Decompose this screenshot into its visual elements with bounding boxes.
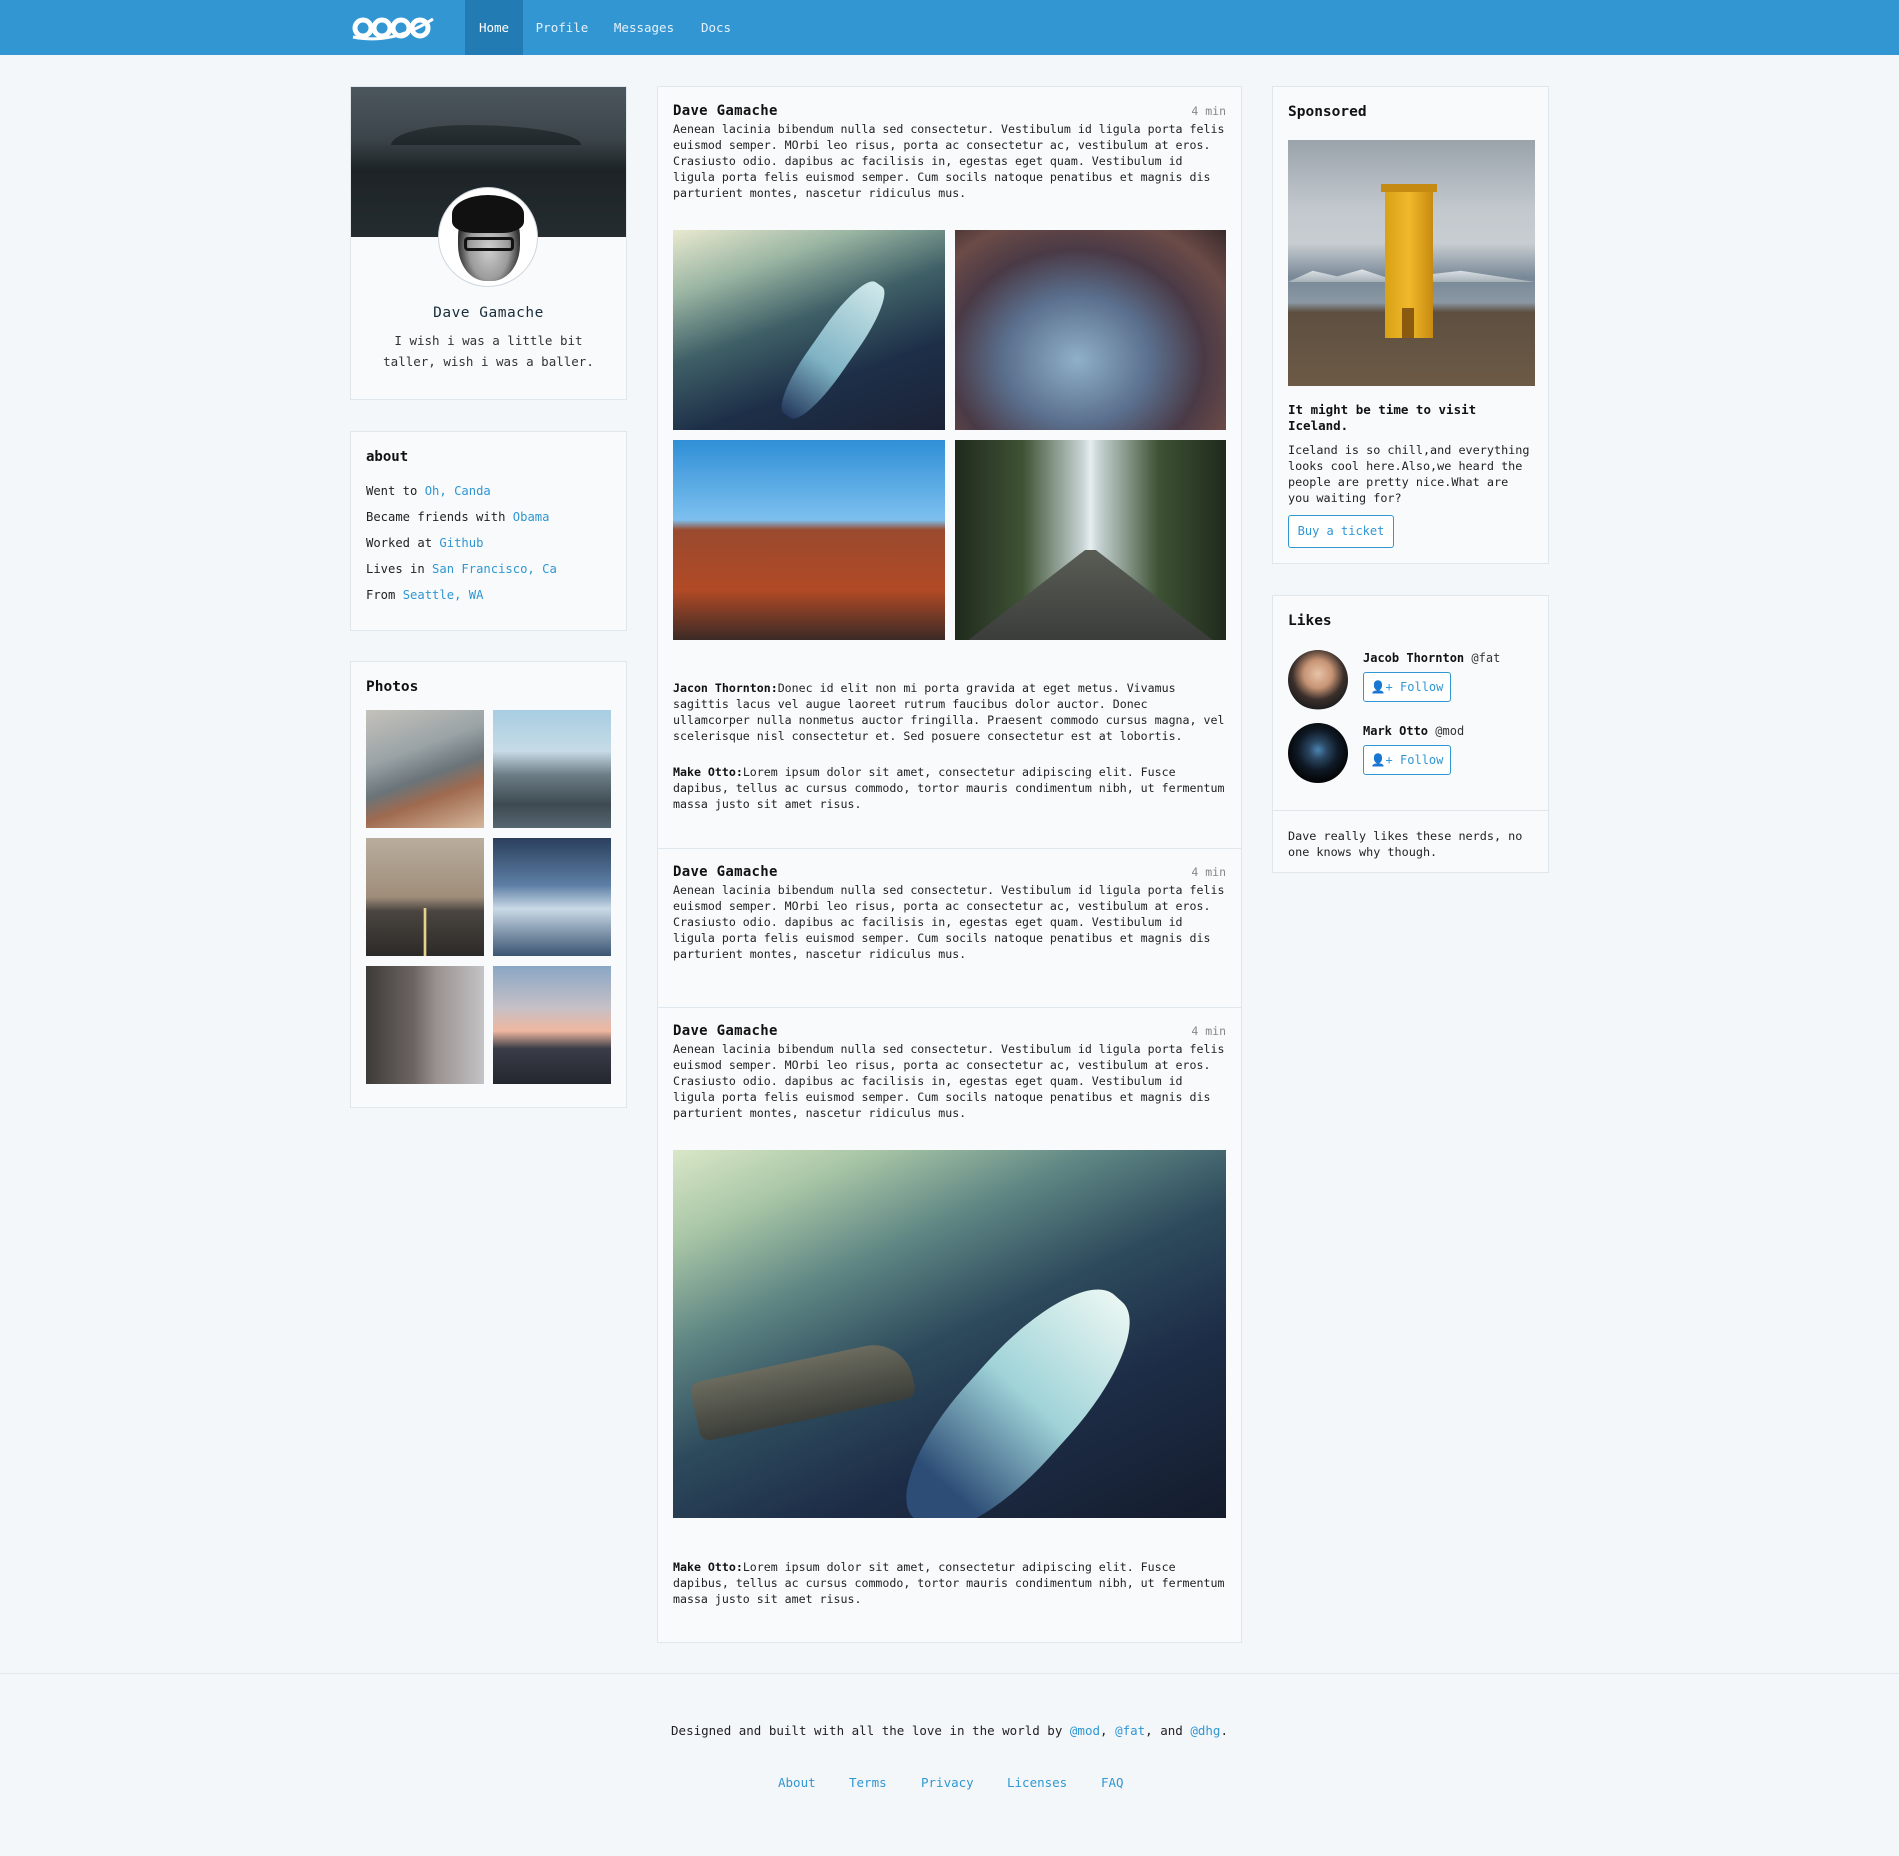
post-author[interactable]: Dave Gamache	[673, 103, 778, 119]
top-navbar: Home Profile Messages Docs	[0, 0, 1899, 55]
footer-link-terms[interactable]: Terms	[849, 1775, 887, 1790]
about-card: about Went to Oh, Canda Became friends w…	[350, 431, 627, 631]
profile-card: Dave Gamache I wish i was a little bit t…	[350, 86, 627, 400]
post-text: Aenean lacinia bibendum nulla sed consec…	[673, 883, 1225, 961]
sponsored-text: Iceland is so chill,and everything looks…	[1288, 443, 1530, 505]
add-user-icon: 👤+	[1370, 680, 1393, 694]
sponsored-image[interactable]	[1288, 140, 1535, 386]
follow-button[interactable]: 👤+ Follow	[1363, 672, 1451, 702]
nav-profile[interactable]: Profile	[529, 0, 595, 55]
post-image-large[interactable]	[673, 1150, 1226, 1518]
likes-footer-text: Dave really likes these nerds, no one kn…	[1288, 829, 1523, 859]
post-author[interactable]: Dave Gamache	[673, 1023, 778, 1039]
post-time: 4 min	[1191, 104, 1226, 118]
footer-link-privacy[interactable]: Privacy	[921, 1775, 974, 1790]
footer-mention-fat[interactable]: @fat	[1115, 1723, 1145, 1738]
nav-home[interactable]: Home	[465, 0, 523, 55]
photos-card: Photos	[350, 661, 627, 1108]
post-image[interactable]	[673, 230, 945, 430]
like-person: Jacob Thornton @fat	[1363, 651, 1500, 665]
like-person: Mark Otto @mod	[1363, 724, 1464, 738]
about-link-school[interactable]: Oh, Canda	[425, 484, 491, 498]
photo-thumbnail[interactable]	[366, 710, 484, 828]
footer-link-faq[interactable]: FAQ	[1101, 1775, 1124, 1790]
about-link-work[interactable]: Github	[439, 536, 483, 550]
comment: Make Otto:Lorem ipsum dolor sit amet, co…	[673, 1560, 1225, 1606]
about-item: Became friends with Obama	[366, 510, 550, 524]
like-name[interactable]: Jacob Thornton	[1363, 651, 1464, 665]
about-link-friend[interactable]: Obama	[513, 510, 550, 524]
footer-mention-dhg[interactable]: @dhg	[1190, 1723, 1220, 1738]
post-image[interactable]	[955, 230, 1226, 430]
comment-author[interactable]: Make Otto:	[673, 1560, 743, 1574]
like-handle: @fat	[1471, 651, 1501, 665]
post-image[interactable]	[955, 440, 1226, 640]
like-avatar[interactable]	[1288, 723, 1348, 783]
footer-credit: Designed and built with all the love in …	[671, 1723, 1228, 1738]
about-title: about	[366, 449, 409, 465]
photo-thumbnail[interactable]	[493, 838, 611, 956]
post-text: Aenean lacinia bibendum nulla sed consec…	[673, 122, 1225, 200]
add-user-icon: 👤+	[1370, 753, 1393, 767]
about-item: Lives in San Francisco, Ca	[366, 562, 557, 576]
comment-author[interactable]: Jacon Thornton:	[673, 681, 778, 695]
sponsored-title: Sponsored	[1288, 104, 1367, 120]
sponsored-headline: It might be time to visit Iceland.	[1288, 402, 1477, 433]
nav-docs[interactable]: Docs	[693, 0, 739, 55]
about-link-lives[interactable]: San Francisco, Ca	[432, 562, 557, 576]
about-item: From Seattle, WA	[366, 588, 484, 602]
comment: Make Otto:Lorem ipsum dolor sit amet, co…	[673, 765, 1225, 811]
nav-messages[interactable]: Messages	[607, 0, 681, 55]
about-item: Went to Oh, Canda	[366, 484, 491, 498]
profile-name[interactable]: Dave Gamache	[351, 305, 626, 321]
likes-divider	[1273, 810, 1548, 811]
post-time: 4 min	[1191, 1024, 1226, 1038]
likes-title: Likes	[1288, 613, 1332, 629]
photo-thumbnail[interactable]	[366, 966, 484, 1084]
profile-bio: I wish i was a little bit taller, wish i…	[383, 333, 594, 369]
photo-thumbnail[interactable]	[493, 966, 611, 1084]
profile-avatar[interactable]	[439, 188, 537, 286]
post-time: 4 min	[1191, 865, 1226, 879]
footer-link-licenses[interactable]: Licenses	[1007, 1775, 1067, 1790]
feed-card: Dave Gamache 4 min Aenean lacinia bibend…	[657, 86, 1242, 1643]
follow-button[interactable]: 👤+ Follow	[1363, 745, 1451, 775]
post-divider	[658, 848, 1241, 849]
about-list: Went to Oh, Canda Became friends with Ob…	[366, 484, 557, 614]
footer-divider	[0, 1673, 1899, 1674]
comment-author[interactable]: Make Otto:	[673, 765, 743, 779]
photo-thumbnail[interactable]	[366, 838, 484, 956]
about-link-from[interactable]: Seattle, WA	[403, 588, 484, 602]
footer-mention-mod[interactable]: @mod	[1070, 1723, 1100, 1738]
post-text: Aenean lacinia bibendum nulla sed consec…	[673, 1042, 1225, 1120]
post-image[interactable]	[673, 440, 945, 640]
about-item: Worked at Github	[366, 536, 484, 550]
likes-card: Likes Jacob Thornton @fat 👤+ Follow Mark…	[1272, 595, 1549, 873]
like-avatar[interactable]	[1288, 650, 1348, 710]
photo-thumbnail[interactable]	[493, 710, 611, 828]
like-name[interactable]: Mark Otto	[1363, 724, 1428, 738]
logo-icon[interactable]	[351, 15, 435, 41]
buy-ticket-button[interactable]: Buy a ticket	[1288, 515, 1394, 548]
photos-title: Photos	[366, 679, 419, 695]
like-handle: @mod	[1435, 724, 1465, 738]
footer-link-about[interactable]: About	[778, 1775, 816, 1790]
sponsored-card: Sponsored It might be time to visit Icel…	[1272, 86, 1549, 564]
post-divider	[658, 1007, 1241, 1008]
comment: Jacon Thornton:Donec id elit non mi port…	[673, 681, 1225, 743]
post-author[interactable]: Dave Gamache	[673, 864, 778, 880]
